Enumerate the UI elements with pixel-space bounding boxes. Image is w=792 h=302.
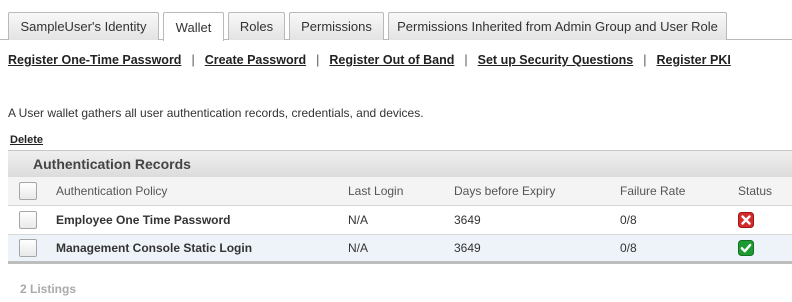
tab-roles[interactable]: Roles xyxy=(228,12,285,40)
table-row[interactable]: Employee One Time Password N/A 3649 0/8 xyxy=(8,206,792,235)
wallet-description: A User wallet gathers all user authentic… xyxy=(8,106,424,120)
authentication-records-table: Authentication Records Authentication Po… xyxy=(8,150,792,267)
select-all-checkbox[interactable] xyxy=(19,182,37,200)
last-login: N/A xyxy=(348,213,369,227)
tab-inherited-permissions[interactable]: Permissions Inherited from Admin Group a… xyxy=(388,12,727,40)
register-otp-link[interactable]: Register One-Time Password xyxy=(8,53,181,67)
days-before-expiry: 3649 xyxy=(454,241,481,255)
column-header-policy[interactable]: Authentication Policy xyxy=(56,184,167,198)
tab-bar: SampleUser's Identity Wallet Roles Permi… xyxy=(0,0,792,41)
policy-name[interactable]: Employee One Time Password xyxy=(56,213,231,227)
table-row[interactable]: Management Console Static Login N/A 3649… xyxy=(8,235,792,264)
row-checkbox[interactable] xyxy=(19,239,37,257)
separator: | xyxy=(316,53,320,67)
tab-identity[interactable]: SampleUser's Identity xyxy=(8,12,159,40)
failure-rate: 0/8 xyxy=(620,213,637,227)
row-checkbox[interactable] xyxy=(19,211,37,229)
separator: | xyxy=(464,53,468,67)
tab-wallet[interactable]: Wallet xyxy=(163,12,224,41)
last-login: N/A xyxy=(348,241,369,255)
red-x-icon xyxy=(738,212,754,228)
register-oob-link[interactable]: Register Out of Band xyxy=(329,53,454,67)
tab-permissions[interactable]: Permissions xyxy=(289,12,384,40)
register-pki-link[interactable]: Register PKI xyxy=(656,53,730,67)
listing-count: 2 Listings xyxy=(20,282,77,296)
table-header-row: Authentication Policy Last Login Days be… xyxy=(8,177,792,206)
column-header-last-login[interactable]: Last Login xyxy=(348,184,403,198)
create-password-link[interactable]: Create Password xyxy=(205,53,306,67)
column-header-failure-rate[interactable]: Failure Rate xyxy=(620,184,685,198)
separator: | xyxy=(191,53,195,67)
table-title: Authentication Records xyxy=(8,150,792,177)
green-check-icon xyxy=(738,240,754,256)
separator: | xyxy=(643,53,647,67)
column-header-days-before-expiry[interactable]: Days before Expiry xyxy=(454,184,555,198)
column-header-status[interactable]: Status xyxy=(738,184,772,198)
days-before-expiry: 3649 xyxy=(454,213,481,227)
security-questions-link[interactable]: Set up Security Questions xyxy=(478,53,634,67)
wallet-actions: Register One-Time Password | Create Pass… xyxy=(8,52,731,68)
policy-name[interactable]: Management Console Static Login xyxy=(56,241,252,255)
failure-rate: 0/8 xyxy=(620,241,637,255)
delete-link[interactable]: Delete xyxy=(10,134,43,146)
